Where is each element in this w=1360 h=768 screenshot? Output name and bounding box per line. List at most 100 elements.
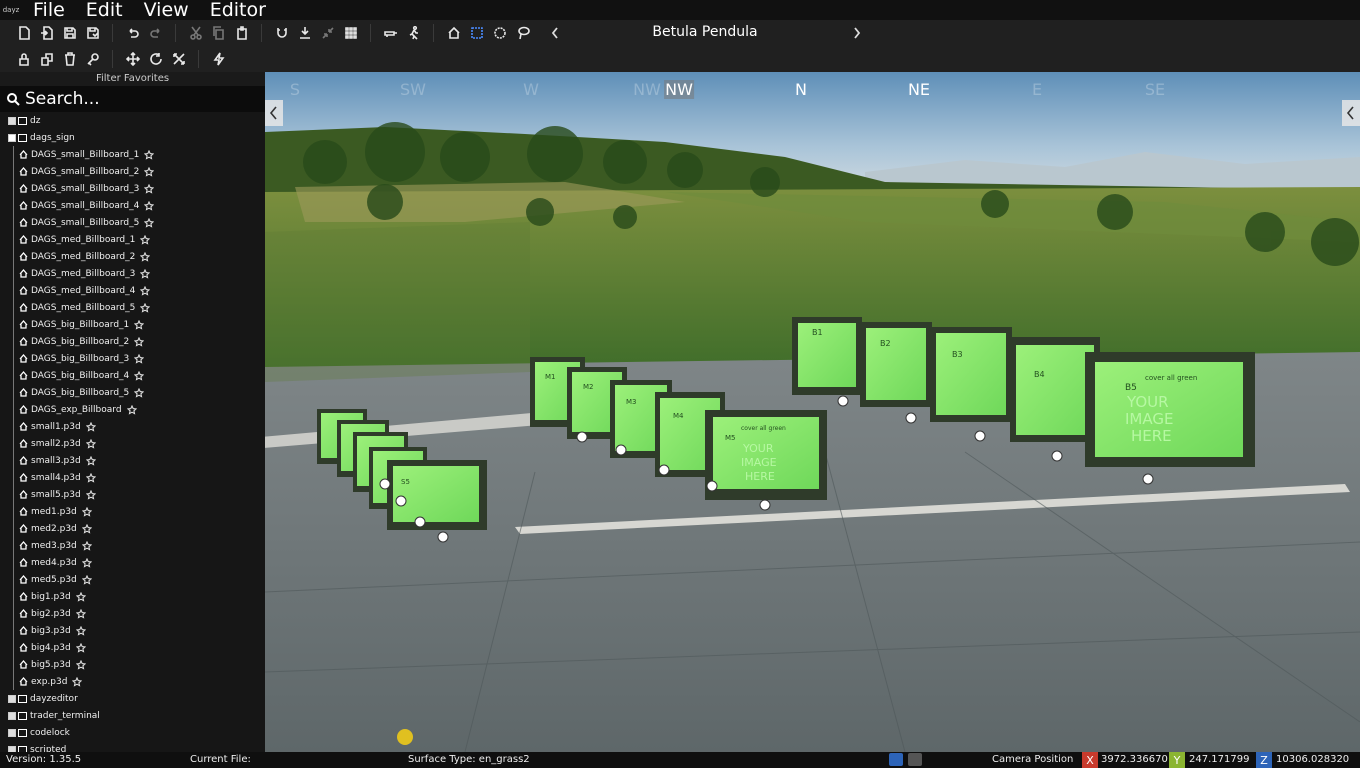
- favorite-star-icon[interactable]: [75, 591, 86, 602]
- magnet-icon[interactable]: [270, 22, 293, 44]
- lightning-icon[interactable]: [207, 48, 230, 70]
- favorite-star-icon[interactable]: [72, 676, 83, 687]
- tree-object-item[interactable]: DAGS_med_Billboard_5: [0, 299, 265, 316]
- favorite-star-icon[interactable]: [144, 166, 155, 177]
- favorite-star-icon[interactable]: [81, 523, 93, 534]
- tree-object-item[interactable]: big4.p3d: [0, 639, 265, 656]
- tree-object-item[interactable]: big5.p3d: [0, 656, 265, 673]
- undo-icon[interactable]: [121, 22, 144, 44]
- tree-object-item[interactable]: DAGS_small_Billboard_3: [0, 180, 265, 197]
- tree-object-item[interactable]: DAGS_big_Billboard_1: [0, 316, 265, 333]
- save-as-icon[interactable]: [81, 22, 104, 44]
- scale-icon[interactable]: [167, 48, 190, 70]
- favorite-star-icon[interactable]: [144, 149, 155, 160]
- tree-object-item[interactable]: med1.p3d: [0, 503, 265, 520]
- collapse-icon[interactable]: [316, 22, 339, 44]
- tree-folder[interactable]: scripted: [0, 741, 265, 752]
- menu-edit[interactable]: Edit: [75, 0, 133, 20]
- favorite-star-icon[interactable]: [134, 387, 145, 398]
- tree-object-item[interactable]: small3.p3d: [0, 452, 265, 469]
- expand-toggle-icon[interactable]: [8, 694, 16, 703]
- favorite-star-icon[interactable]: [144, 183, 155, 194]
- favorite-star-icon[interactable]: [85, 455, 96, 466]
- tree-folder[interactable]: trader_terminal: [0, 707, 265, 724]
- collapse-left-panel-button[interactable]: [265, 100, 283, 126]
- favorite-star-icon[interactable]: [134, 336, 145, 347]
- tree-object-item[interactable]: big1.p3d: [0, 588, 265, 605]
- tree-folder[interactable]: codelock: [0, 724, 265, 741]
- favorite-star-icon[interactable]: [134, 319, 145, 330]
- favorite-star-icon[interactable]: [134, 353, 145, 364]
- menu-view[interactable]: View: [133, 0, 199, 20]
- favorite-star-icon[interactable]: [140, 251, 151, 262]
- tree-object-item[interactable]: DAGS_med_Billboard_1: [0, 231, 265, 248]
- favorite-star-icon[interactable]: [81, 574, 93, 585]
- ground-snap-icon[interactable]: [293, 22, 316, 44]
- favorite-star-icon[interactable]: [134, 370, 145, 381]
- lasso-icon[interactable]: [511, 22, 534, 44]
- tree-object-item[interactable]: exp.p3d: [0, 673, 265, 690]
- video-camera-icon[interactable]: [908, 753, 922, 766]
- tree-object-item[interactable]: big3.p3d: [0, 622, 265, 639]
- tree-object-item[interactable]: DAGS_big_Billboard_3: [0, 350, 265, 367]
- key-icon[interactable]: [81, 48, 104, 70]
- move-icon[interactable]: [121, 48, 144, 70]
- walk-icon[interactable]: [402, 22, 425, 44]
- tree-object-item[interactable]: DAGS_big_Billboard_4: [0, 367, 265, 384]
- collapse-right-panel-button[interactable]: [1342, 100, 1360, 126]
- tree-object-item[interactable]: med3.p3d: [0, 537, 265, 554]
- scene-viewport[interactable]: B1 B2 B3 B4 B5 cover all green YOUR IMAGE HE…: [265, 72, 1360, 752]
- home-icon[interactable]: [442, 22, 465, 44]
- new-file-icon[interactable]: [12, 22, 35, 44]
- favorite-star-icon[interactable]: [75, 642, 86, 653]
- tree-folder[interactable]: dz: [0, 112, 265, 129]
- tree-object-item[interactable]: small5.p3d: [0, 486, 265, 503]
- tree-object-item[interactable]: DAGS_big_Billboard_5: [0, 384, 265, 401]
- favorite-star-icon[interactable]: [81, 506, 93, 517]
- filter-favorites-toggle[interactable]: Filter Favorites: [0, 72, 265, 86]
- copy-icon[interactable]: [207, 22, 230, 44]
- expand-toggle-icon[interactable]: [8, 728, 16, 737]
- favorite-star-icon[interactable]: [85, 489, 96, 500]
- favorite-star-icon[interactable]: [75, 625, 86, 636]
- favorite-star-icon[interactable]: [75, 659, 86, 670]
- camera-icon[interactable]: [379, 22, 402, 44]
- expand-toggle-icon[interactable]: [8, 711, 16, 720]
- favorite-star-icon[interactable]: [140, 302, 151, 313]
- tree-object-item[interactable]: med5.p3d: [0, 571, 265, 588]
- tree-object-item[interactable]: DAGS_small_Billboard_2: [0, 163, 265, 180]
- favorite-star-icon[interactable]: [75, 608, 86, 619]
- favorite-star-icon[interactable]: [81, 557, 93, 568]
- prev-object-button[interactable]: [546, 23, 564, 43]
- tree-object-item[interactable]: DAGS_small_Billboard_5: [0, 214, 265, 231]
- tree-object-item[interactable]: DAGS_med_Billboard_3: [0, 265, 265, 282]
- link-icon[interactable]: [35, 48, 58, 70]
- tree-object-item[interactable]: med2.p3d: [0, 520, 265, 537]
- cut-icon[interactable]: [184, 22, 207, 44]
- tree-object-item[interactable]: DAGS_big_Billboard_2: [0, 333, 265, 350]
- favorite-star-icon[interactable]: [81, 540, 93, 551]
- paste-icon[interactable]: [230, 22, 253, 44]
- circle-select-icon[interactable]: [488, 22, 511, 44]
- expand-toggle-icon[interactable]: [8, 133, 16, 142]
- tree-folder[interactable]: dayzeditor: [0, 690, 265, 707]
- rotate-icon[interactable]: [144, 48, 167, 70]
- favorite-star-icon[interactable]: [85, 438, 96, 449]
- favorite-star-icon[interactable]: [140, 268, 151, 279]
- next-object-button[interactable]: [848, 23, 866, 43]
- search-input[interactable]: [25, 89, 245, 109]
- tree-object-item[interactable]: DAGS_med_Billboard_2: [0, 248, 265, 265]
- redo-icon[interactable]: [144, 22, 167, 44]
- tree-object-item[interactable]: DAGS_exp_Billboard: [0, 401, 265, 418]
- save-icon[interactable]: [58, 22, 81, 44]
- favorite-star-icon[interactable]: [85, 472, 96, 483]
- ruler-icon[interactable]: [889, 753, 903, 766]
- tree-object-item[interactable]: big2.p3d: [0, 605, 265, 622]
- favorite-star-icon[interactable]: [126, 404, 137, 415]
- favorite-star-icon[interactable]: [144, 217, 155, 228]
- tree-object-item[interactable]: DAGS_med_Billboard_4: [0, 282, 265, 299]
- menu-editor[interactable]: Editor: [199, 0, 276, 20]
- tree-object-item[interactable]: DAGS_small_Billboard_4: [0, 197, 265, 214]
- tree-object-item[interactable]: small2.p3d: [0, 435, 265, 452]
- expand-toggle-icon[interactable]: [8, 116, 16, 125]
